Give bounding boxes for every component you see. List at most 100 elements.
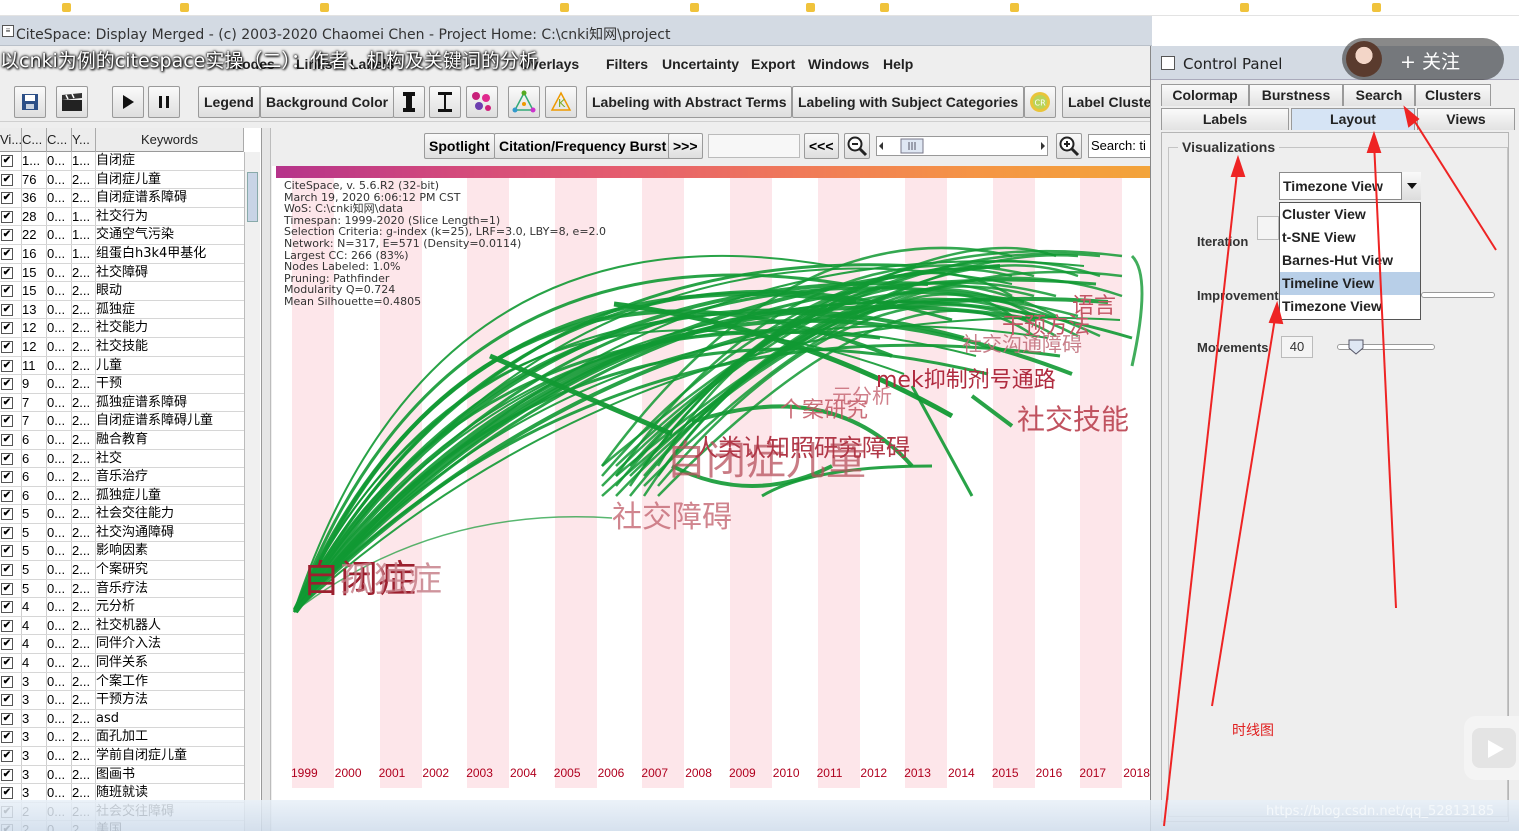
- browser-tab-icon[interactable]: [1010, 3, 1019, 12]
- visible-checkbox[interactable]: ✔: [1, 452, 13, 465]
- network-label[interactable]: 孤独症: [340, 552, 442, 601]
- save-icon[interactable]: [14, 86, 46, 118]
- visible-checkbox[interactable]: ✔: [1, 322, 13, 335]
- improvement-slider[interactable]: [1421, 292, 1495, 298]
- table-row[interactable]: ✔ 3 0... 2... 个案工作: [0, 672, 244, 692]
- visible-checkbox[interactable]: ✔: [1, 582, 13, 595]
- visible-checkbox[interactable]: ✔: [1, 675, 13, 688]
- browser-tab-icon[interactable]: [320, 3, 329, 12]
- search-input[interactable]: Search: ti: [1088, 134, 1152, 158]
- table-row[interactable]: ✔ 6 0... 2... 孤独症儿童: [0, 486, 244, 506]
- movements-field[interactable]: 40: [1281, 336, 1313, 358]
- visible-checkbox[interactable]: ✔: [1, 638, 13, 651]
- visible-checkbox[interactable]: ✔: [1, 247, 13, 260]
- visible-checkbox[interactable]: ✔: [1, 545, 13, 558]
- browser-tab-icon[interactable]: [880, 3, 889, 12]
- option-cluster-view[interactable]: Cluster View: [1280, 203, 1420, 226]
- visible-checkbox[interactable]: ✔: [1, 266, 13, 279]
- browser-tab-icon[interactable]: [62, 3, 71, 12]
- network-canvas[interactable]: CiteSpace, v. 5.6.R2 (32-bit) March 19, 2…: [272, 166, 1152, 831]
- option-barnes-hut-view[interactable]: Barnes-Hut View: [1280, 249, 1420, 272]
- table-row[interactable]: ✔ 6 0... 2... 融合教育: [0, 430, 244, 450]
- cr-icon[interactable]: CR: [1024, 86, 1056, 118]
- visible-checkbox[interactable]: ✔: [1, 657, 13, 670]
- table-row[interactable]: ✔ 16 0... 1... 组蛋白h3k4甲基化: [0, 244, 244, 264]
- keyword-network-icon[interactable]: K: [545, 86, 577, 118]
- option-tsne-view[interactable]: t-SNE View: [1280, 226, 1420, 249]
- column-count[interactable]: C...: [22, 128, 47, 152]
- network-label[interactable]: 人类认知照研究障碍: [694, 428, 910, 463]
- tab-labels[interactable]: Labels: [1161, 108, 1289, 130]
- network-label[interactable]: 社交技能: [1017, 398, 1129, 438]
- zoom-in-icon[interactable]: [1056, 133, 1082, 159]
- table-row[interactable]: ✔ 76 0... 2... 自闭症儿童: [0, 170, 244, 190]
- table-row[interactable]: ✔ 28 0... 1... 社交行为: [0, 207, 244, 227]
- visible-checkbox[interactable]: ✔: [1, 285, 13, 298]
- table-row[interactable]: ✔ 3 0... 2... 面孔加工: [0, 728, 244, 747]
- network-label[interactable]: 社交障碍: [612, 492, 732, 536]
- browser-tab-icon[interactable]: [180, 3, 189, 12]
- legend-button[interactable]: Legend: [198, 86, 260, 118]
- table-row[interactable]: ✔ 4 0... 2... 同伴介入法: [0, 635, 244, 655]
- menu-help[interactable]: Help: [883, 56, 913, 72]
- table-row[interactable]: ✔ 4 0... 2... 元分析: [0, 598, 244, 617]
- browser-tab-icon[interactable]: [560, 3, 569, 12]
- visible-checkbox[interactable]: ✔: [1, 471, 13, 484]
- table-scrollbar[interactable]: [244, 152, 260, 831]
- table-row[interactable]: ✔ 3 0... 2... 干预方法: [0, 691, 244, 710]
- network-icon[interactable]: [508, 86, 540, 118]
- labeling-subject-categories-button[interactable]: Labeling with Subject Categories: [792, 86, 1025, 118]
- visible-checkbox[interactable]: ✔: [1, 210, 13, 223]
- scrollbar-thumb[interactable]: [247, 172, 258, 222]
- zoom-out-icon[interactable]: [844, 133, 870, 159]
- table-row[interactable]: ✔ 12 0... 2... 社交能力: [0, 319, 244, 338]
- visible-checkbox[interactable]: ✔: [1, 712, 13, 725]
- column-centrality[interactable]: C...: [47, 128, 72, 152]
- option-timezone-view[interactable]: Timezone View: [1280, 295, 1420, 318]
- slider-thumb-icon[interactable]: [1347, 338, 1365, 356]
- visible-checkbox[interactable]: ✔: [1, 750, 13, 762]
- follow-button[interactable]: + 关注: [1342, 38, 1504, 80]
- table-row[interactable]: ✔ 9 0... 2... 干预: [0, 375, 244, 394]
- visible-checkbox[interactable]: ✔: [1, 489, 13, 502]
- visible-checkbox[interactable]: ✔: [1, 378, 13, 391]
- visible-checkbox[interactable]: ✔: [1, 415, 13, 428]
- window-title-bar[interactable]: ≡ CiteSpace: Display Merged - (c) 2003-2…: [0, 16, 1152, 46]
- tab-search[interactable]: Search: [1343, 84, 1415, 106]
- visible-checkbox[interactable]: ✔: [1, 396, 13, 409]
- table-row[interactable]: ✔ 15 0... 2... 社交障碍: [0, 263, 244, 283]
- citation-burst-button[interactable]: Citation/Frequency Burst: [494, 133, 672, 159]
- browser-tab-icon[interactable]: [690, 3, 699, 12]
- label-clusters-button[interactable]: Label Clusters: [1062, 86, 1152, 118]
- iteration-field[interactable]: [1257, 216, 1279, 240]
- visible-checkbox[interactable]: ✔: [1, 155, 13, 167]
- table-row[interactable]: ✔ 3 0... 2... 学前自闭症儿童: [0, 747, 244, 766]
- node-size-icon[interactable]: [393, 86, 425, 118]
- tab-views[interactable]: Views: [1417, 108, 1515, 130]
- visible-checkbox[interactable]: ✔: [1, 229, 13, 242]
- clapperboard-icon[interactable]: [56, 86, 88, 118]
- visible-checkbox[interactable]: ✔: [1, 601, 13, 614]
- visible-checkbox[interactable]: ✔: [1, 433, 13, 446]
- column-year[interactable]: Y...: [72, 128, 96, 152]
- visible-checkbox[interactable]: ✔: [1, 526, 13, 539]
- tab-clusters[interactable]: Clusters: [1415, 84, 1491, 106]
- visible-checkbox[interactable]: ✔: [1, 694, 13, 707]
- table-row[interactable]: ✔ 1... 0... 1... 自闭症: [0, 152, 244, 171]
- table-row[interactable]: ✔ 36 0... 2... 自闭症谱系障碍: [0, 189, 244, 208]
- column-keywords[interactable]: Keywords: [96, 128, 244, 152]
- slice-input[interactable]: [708, 134, 800, 158]
- table-row[interactable]: ✔ 4 0... 2... 社交机器人: [0, 616, 244, 636]
- forward-button[interactable]: >>>: [668, 133, 703, 159]
- split-pane-divider[interactable]: [262, 128, 271, 831]
- label-size-icon[interactable]: [429, 86, 461, 118]
- table-row[interactable]: ✔ 7 0... 2... 孤独症谱系障碍: [0, 393, 244, 413]
- visible-checkbox[interactable]: ✔: [1, 787, 13, 800]
- visible-checkbox[interactable]: ✔: [1, 731, 13, 744]
- table-row[interactable]: ✔ 5 0... 2... 社交沟通障碍: [0, 523, 244, 543]
- table-row[interactable]: ✔ 12 0... 2... 社交技能: [0, 337, 244, 357]
- table-row[interactable]: ✔ 5 0... 2... 社会交往能力: [0, 505, 244, 524]
- browser-tab-icon[interactable]: [1372, 3, 1381, 12]
- table-row[interactable]: ✔ 4 0... 2... 同伴关系: [0, 654, 244, 673]
- view-select[interactable]: Timezone View: [1279, 172, 1421, 200]
